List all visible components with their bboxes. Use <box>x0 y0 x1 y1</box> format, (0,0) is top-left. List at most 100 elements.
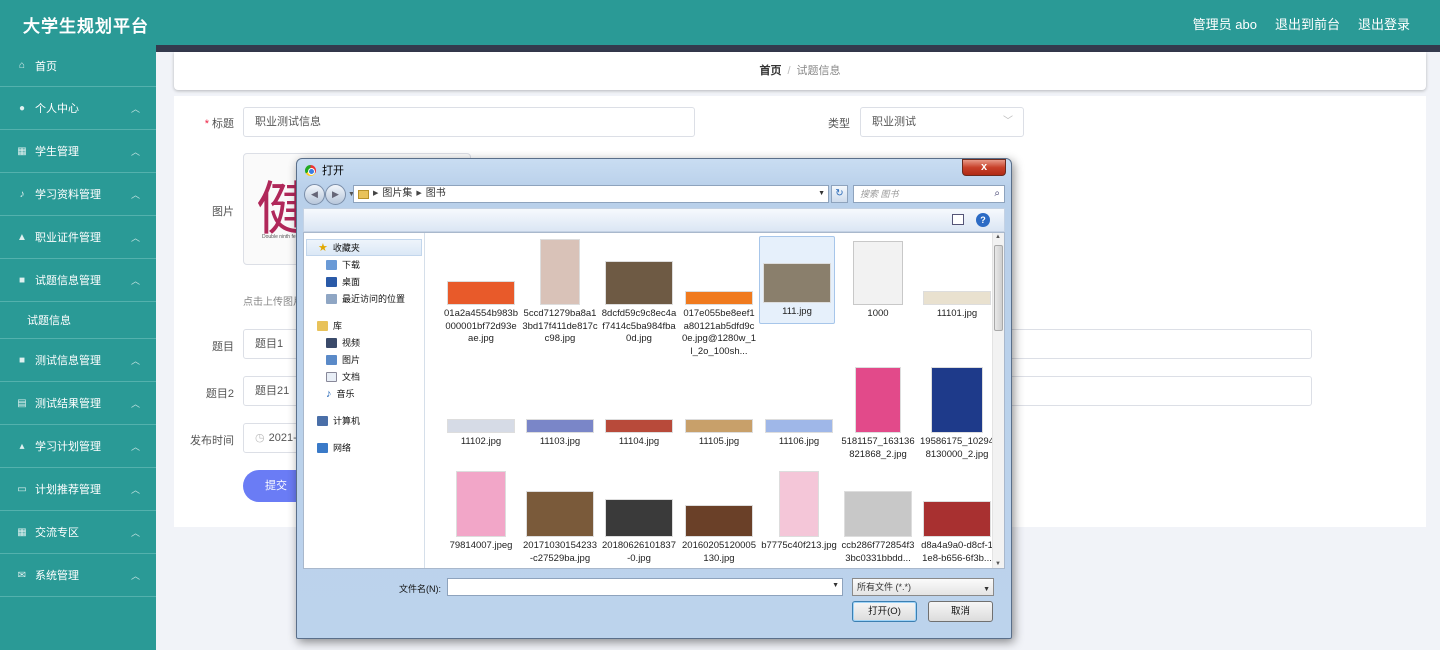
file-item[interactable]: d8a4a9a0-d8cf-11e8-b656-6f3b... <box>919 471 995 565</box>
file-item[interactable]: 11102.jpg <box>443 367 519 449</box>
file-thumbnail <box>765 419 833 433</box>
sidebar-subitem-question-info[interactable]: 试题信息 <box>0 302 156 339</box>
close-button[interactable]: x <box>962 159 1006 176</box>
file-item[interactable]: 20180626101837-0.jpg <box>601 471 677 565</box>
back-icon[interactable]: ◀ <box>304 184 325 205</box>
sidebar: ⌂ 首页 ● 个人中心 ︿ ▦ 学生管理 ︿ ♪ 学习资料管理 ︿ ▲ 职业证件… <box>0 45 156 650</box>
type-select[interactable]: 职业测试 ﹀ <box>860 107 1024 137</box>
refresh-icon[interactable]: ↻ <box>831 185 848 203</box>
file-thumbnail <box>763 263 831 303</box>
image-label: 图片 <box>212 206 234 218</box>
sidebar-item-label: 试题信息管理 <box>35 275 101 287</box>
admin-name[interactable]: 管理员 abo <box>1193 14 1257 33</box>
vertical-scrollbar[interactable]: ▲ ▼ <box>992 233 1004 568</box>
title-label: * 标题 <box>204 118 234 130</box>
sidebar-item-study-materials[interactable]: ♪ 学习资料管理 ︿ <box>0 173 156 216</box>
breadcrumb-separator: / <box>787 65 791 77</box>
nav-documents[interactable]: 文档 <box>304 368 424 385</box>
file-item[interactable]: 11103.jpg <box>522 367 598 449</box>
nav-music[interactable]: ♪ 音乐 <box>304 385 424 402</box>
breadcrumb-home[interactable]: 首页 <box>759 65 781 77</box>
sidebar-item-label: 测试结果管理 <box>35 398 101 410</box>
nav-favorites[interactable]: ★ 收藏夹 <box>306 239 422 256</box>
path-segment[interactable]: 图书 <box>426 186 446 202</box>
file-item[interactable]: 11101.jpg <box>919 239 995 321</box>
sidebar-item-label: 测试信息管理 <box>35 355 101 367</box>
file-item[interactable]: 5ccd71279ba8a13bd17f411de817cc98.jpg <box>522 239 598 346</box>
scroll-up-icon[interactable]: ▲ <box>995 234 1001 240</box>
pictures-icon <box>326 354 337 365</box>
file-thumbnail <box>605 419 673 433</box>
nav-pictures[interactable]: 图片 <box>304 351 424 368</box>
nav-recent[interactable]: 最近访问的位置 <box>304 290 424 307</box>
file-item[interactable]: 11105.jpg <box>681 367 757 449</box>
file-item[interactable]: 19586175_102948130000_2.jpg <box>919 367 995 461</box>
file-item[interactable]: 20171030154233-c27529ba.jpg <box>522 471 598 565</box>
nav-desktop[interactable]: 桌面 <box>304 273 424 290</box>
file-item[interactable]: 8dcfd59c9c8ec4af7414c5ba984fba0d.jpg <box>601 239 677 346</box>
brand-title: 大学生规划平台 <box>23 17 149 36</box>
nav-video[interactable]: 视频 <box>304 334 424 351</box>
help-icon[interactable]: ? <box>976 213 990 227</box>
sidebar-item-question-info[interactable]: ■ 试题信息管理 ︿ <box>0 259 156 302</box>
sidebar-item-certificates[interactable]: ▲ 职业证件管理 ︿ <box>0 216 156 259</box>
sidebar-item-label: 个人中心 <box>35 103 79 115</box>
file-item[interactable]: ccb286f772854f33bc0331bbdd... <box>840 471 916 565</box>
logout-link[interactable]: 退出登录 <box>1358 14 1410 33</box>
nav-network[interactable]: 网络 <box>304 439 424 456</box>
back-to-front-link[interactable]: 退出到前台 <box>1275 14 1340 33</box>
path-segment[interactable]: 图片集 <box>382 186 412 202</box>
title-input[interactable]: 职业测试信息 <box>243 107 695 137</box>
file-item[interactable]: 20160205120005130.jpg <box>681 471 757 565</box>
sidebar-item-students[interactable]: ▦ 学生管理 ︿ <box>0 130 156 173</box>
file-item-selected[interactable]: 111.jpg <box>759 236 835 324</box>
question1-label: 题目 <box>212 341 234 353</box>
open-file-dialog: 打开 x ◀ ▶ ▼ ▶ 图片集 ▶ 图书 ▼ ↻ 搜索 图书 ⌕ ? ★ 收藏夹… <box>296 158 1012 639</box>
sidebar-item-test-results[interactable]: ▤ 测试结果管理 ︿ <box>0 382 156 425</box>
search-input[interactable]: 搜索 图书 ⌕ <box>853 185 1005 203</box>
filename-input[interactable]: ▼ <box>447 578 843 596</box>
sidebar-item-study-plans[interactable]: ▴ 学习计划管理 ︿ <box>0 425 156 468</box>
sidebar-item-home[interactable]: ⌂ 首页 <box>0 45 156 87</box>
file-item[interactable]: 79814007.jpeg <box>443 471 519 553</box>
chevron-up-icon: ︿ <box>130 276 140 286</box>
open-button[interactable]: 打开(O) <box>852 601 917 622</box>
address-bar[interactable]: ▶ 图片集 ▶ 图书 ▼ <box>353 185 829 203</box>
music-icon: ♪ <box>326 387 332 400</box>
filetype-select[interactable]: 所有文件 (*.*) ▼ <box>852 578 994 596</box>
cancel-button[interactable]: 取消 <box>928 601 993 622</box>
chevron-down-icon: ︿ <box>130 442 140 452</box>
file-item[interactable]: 1000 <box>840 239 916 321</box>
file-thumbnail <box>456 471 506 537</box>
nav-computer[interactable]: 计算机 <box>304 412 424 429</box>
breadcrumb-current: 试题信息 <box>796 65 841 77</box>
file-item[interactable]: 5181157_163136821868_2.jpg <box>840 367 916 461</box>
nav-downloads[interactable]: 下载 <box>304 256 424 273</box>
file-item[interactable]: 01a2a4554b983b000001bf72d93eae.jpg <box>443 239 519 346</box>
sidebar-item-system[interactable]: ✉ 系统管理 ︿ <box>0 554 156 597</box>
scroll-down-icon[interactable]: ▼ <box>995 561 1001 567</box>
file-thumbnail <box>605 499 673 537</box>
sidebar-item-exchange[interactable]: ▦ 交流专区 ︿ <box>0 511 156 554</box>
address-dropdown-icon[interactable]: ▼ <box>818 186 825 202</box>
clock-icon: ◷ <box>255 432 265 444</box>
sidebar-item-label: 学生管理 <box>35 146 79 158</box>
file-item[interactable]: 11106.jpg <box>761 367 837 449</box>
forward-icon[interactable]: ▶ <box>325 184 346 205</box>
chat-icon: ■ <box>18 354 26 366</box>
upload-hint[interactable]: 点击上传图片 <box>243 293 303 308</box>
file-thumbnail <box>447 419 515 433</box>
sidebar-item-personal-center[interactable]: ● 个人中心 ︿ <box>0 87 156 130</box>
preview-pane-icon[interactable] <box>952 214 964 225</box>
nav-library[interactable]: 库 <box>304 317 424 334</box>
user-icon: ● <box>18 102 26 114</box>
sidebar-item-plan-recommend[interactable]: ▭ 计划推荐管理 ︿ <box>0 468 156 511</box>
file-item[interactable]: 11104.jpg <box>601 367 677 449</box>
file-item[interactable]: b7775c40f213.jpg <box>761 471 837 553</box>
file-item[interactable]: 017e055be8eef1a80121ab5dfd9c0e.jpg@1280w… <box>681 239 757 358</box>
header-stripe <box>0 45 1440 52</box>
sidebar-item-test-info[interactable]: ■ 测试信息管理 ︿ <box>0 339 156 382</box>
filename-dropdown-icon[interactable]: ▼ <box>832 582 839 589</box>
person-icon: ▲ <box>17 231 27 243</box>
scrollbar-thumb[interactable] <box>994 245 1003 331</box>
